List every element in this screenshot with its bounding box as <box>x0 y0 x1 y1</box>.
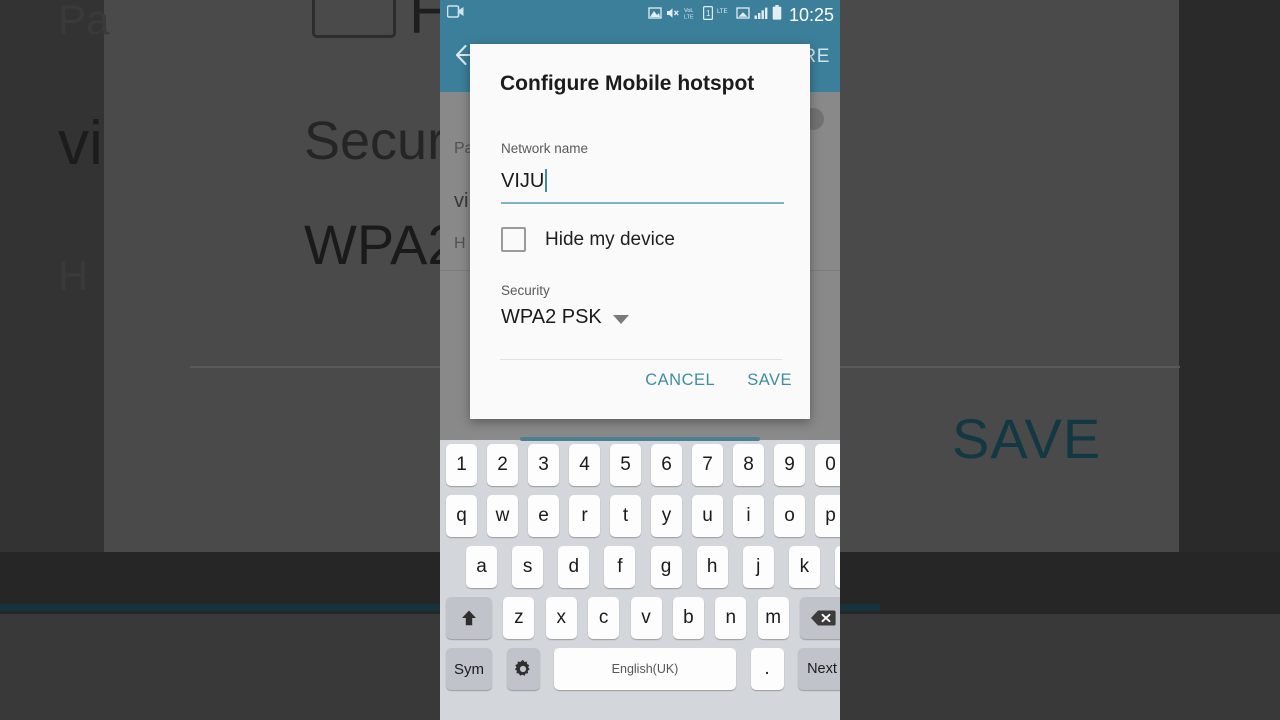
key-g[interactable]: g <box>650 546 682 588</box>
signal-icon <box>754 6 768 25</box>
key-k[interactable]: k <box>788 546 820 588</box>
status-bar-clock: 10:25 <box>788 5 834 25</box>
chevron-down-icon <box>612 315 629 324</box>
keyboard-row-numbers: 1 2 3 4 5 6 7 8 9 0 <box>440 444 840 486</box>
gear-icon[interactable] <box>506 648 540 690</box>
backspace-icon[interactable] <box>800 597 840 639</box>
key-x[interactable]: x <box>545 597 577 639</box>
key-t[interactable]: t <box>610 495 641 537</box>
period-key[interactable]: . <box>750 648 784 690</box>
lte-icon: LTE <box>717 6 732 25</box>
key-2[interactable]: 2 <box>487 444 518 486</box>
background-password-label: Pa <box>58 0 110 43</box>
security-dropdown[interactable]: WPA2 PSK <box>501 306 629 329</box>
cancel-button[interactable]: CANCEL <box>645 371 715 390</box>
svg-text:LTE: LTE <box>717 9 728 15</box>
network-name-label: Network name <box>501 141 589 156</box>
next-key[interactable]: Next <box>798 648 840 690</box>
text-caret <box>545 169 547 192</box>
key-d[interactable]: d <box>558 546 590 588</box>
svg-text:LTE: LTE <box>684 14 694 20</box>
key-o[interactable]: o <box>774 495 805 537</box>
save-button[interactable]: SAVE <box>747 371 792 390</box>
phone-screen: VoL LTE 1 LTE 10:25 RE Pa vi H Configure… <box>440 0 840 720</box>
key-h[interactable]: h <box>696 546 728 588</box>
background-checkbox-icon <box>312 0 396 38</box>
key-0[interactable]: 0 <box>815 444 840 486</box>
key-y[interactable]: y <box>651 495 682 537</box>
key-8[interactable]: 8 <box>733 444 764 486</box>
shift-up-arrow-icon[interactable] <box>446 597 492 639</box>
status-bar: VoL LTE 1 LTE 10:25 <box>440 0 840 30</box>
key-e[interactable]: e <box>528 495 559 537</box>
key-3[interactable]: 3 <box>528 444 559 486</box>
key-6[interactable]: 6 <box>651 444 682 486</box>
space-key[interactable]: English(UK) <box>554 648 736 690</box>
keyboard-accent-bar <box>520 437 760 441</box>
screen-root: Hide Security WPA2 PS Pa vi H SAVE 1 2 3… <box>0 0 1280 720</box>
key-7[interactable]: 7 <box>692 444 723 486</box>
sdcard-icon <box>736 6 750 25</box>
hide-my-device-label: Hide my device <box>545 228 675 250</box>
key-l[interactable]: l <box>835 546 840 588</box>
background-password-value: vi <box>58 109 103 178</box>
battery-icon <box>772 5 782 25</box>
key-r[interactable]: r <box>569 495 600 537</box>
key-c[interactable]: c <box>588 597 620 639</box>
on-screen-keyboard: 1 2 3 4 5 6 7 8 9 0 q w e r t y u i o p … <box>440 437 840 720</box>
key-4[interactable]: 4 <box>569 444 600 486</box>
key-u[interactable]: u <box>692 495 723 537</box>
key-q[interactable]: q <box>446 495 477 537</box>
key-9[interactable]: 9 <box>774 444 805 486</box>
key-1[interactable]: 1 <box>446 444 477 486</box>
screen-recorder-icon <box>446 4 464 24</box>
key-p[interactable]: p <box>815 495 840 537</box>
security-value: WPA2 PSK <box>501 306 602 328</box>
key-v[interactable]: v <box>630 597 662 639</box>
network-name-field[interactable]: VIJU <box>501 166 783 197</box>
keyboard-row-function: Sym English(UK) . Next <box>440 648 840 690</box>
svg-text:1: 1 <box>706 9 711 18</box>
symbols-key[interactable]: Sym <box>446 648 492 690</box>
sim1-icon: 1 <box>702 5 713 25</box>
security-label: Security <box>501 283 550 298</box>
keyboard-row-bottom: z x c v b n m <box>440 597 840 639</box>
key-i[interactable]: i <box>733 495 764 537</box>
hide-my-device-row[interactable]: Hide my device <box>501 227 675 252</box>
keyboard-row-home: a s d f g h j k l <box>440 546 840 588</box>
keyboard-row-top: q w e r t y u i o p <box>440 495 840 537</box>
key-5[interactable]: 5 <box>610 444 641 486</box>
key-z[interactable]: z <box>503 597 535 639</box>
background-left-shade <box>0 0 105 552</box>
network-name-value: VIJU <box>501 170 545 192</box>
hide-my-device-checkbox[interactable] <box>501 227 526 252</box>
svg-text:VoL: VoL <box>684 8 693 14</box>
background-save-label: SAVE <box>952 407 1102 470</box>
key-j[interactable]: j <box>742 546 774 588</box>
configure-hotspot-dialog: Configure Mobile hotspot Network name VI… <box>470 44 810 419</box>
key-w[interactable]: w <box>487 495 518 537</box>
status-icons: VoL LTE 1 LTE 10:25 <box>648 2 834 28</box>
volte-icon: VoL LTE <box>684 6 699 25</box>
key-s[interactable]: s <box>512 546 544 588</box>
key-a[interactable]: a <box>466 546 497 588</box>
dialog-action-divider <box>500 359 782 360</box>
key-n[interactable]: n <box>715 597 747 639</box>
mute-icon <box>666 6 680 25</box>
dialog-title: Configure Mobile hotspot <box>500 72 755 95</box>
screenshot-icon <box>648 6 662 25</box>
key-m[interactable]: m <box>757 597 789 639</box>
key-b[interactable]: b <box>672 597 704 639</box>
network-name-underline <box>501 202 784 205</box>
background-hide-label: H <box>58 252 89 299</box>
key-f[interactable]: f <box>604 546 636 588</box>
dialog-actions: CANCEL SAVE <box>645 371 792 390</box>
